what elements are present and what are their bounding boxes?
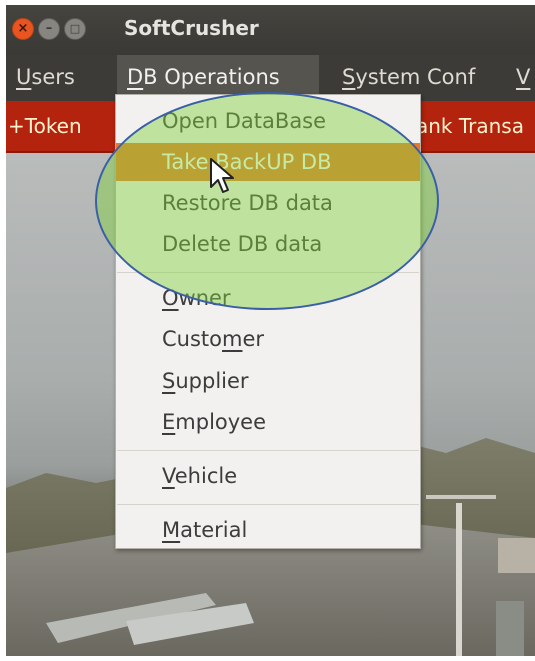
supplier-label: upplier bbox=[175, 369, 249, 393]
employee-label: mployee bbox=[175, 410, 267, 434]
menu-item-material[interactable]: Material bbox=[116, 511, 420, 549]
menu-item-supplier[interactable]: Supplier bbox=[116, 362, 420, 400]
minimize-icon[interactable]: – bbox=[38, 18, 60, 40]
app-window: × – □ SoftCrusher Users DB Operations Sy… bbox=[6, 5, 535, 656]
menu-item-customer[interactable]: Customer bbox=[116, 320, 420, 358]
menu-users-mnemonic: U bbox=[16, 65, 32, 89]
menu-users-label: sers bbox=[31, 65, 75, 89]
customer-label-pre: Custo bbox=[162, 327, 222, 351]
menu-separator bbox=[117, 504, 419, 505]
vehicle-mnemonic: V bbox=[162, 464, 175, 488]
material-label: aterial bbox=[180, 518, 248, 542]
token-button[interactable]: +Token bbox=[8, 101, 82, 151]
menu-item-employee[interactable]: Employee bbox=[116, 403, 420, 441]
menu-separator bbox=[117, 450, 419, 451]
material-mnemonic: M bbox=[162, 518, 181, 542]
title-bar: × – □ SoftCrusher bbox=[6, 5, 535, 55]
vehicle-label: ehicle bbox=[174, 464, 238, 488]
customer-mnemonic: m bbox=[222, 327, 243, 351]
menu-sys-mnemonic: S bbox=[342, 65, 356, 89]
close-icon[interactable]: × bbox=[12, 18, 34, 40]
highlight-annotation-ellipse bbox=[95, 92, 439, 310]
supplier-mnemonic: S bbox=[162, 369, 176, 393]
menu-db-mnemonic: D bbox=[127, 65, 144, 89]
menu-item-vehicle[interactable]: Vehicle bbox=[116, 457, 420, 495]
mouse-pointer-icon bbox=[210, 158, 234, 193]
menu-more-mnemonic: V bbox=[516, 65, 531, 89]
bank-transaction-button[interactable]: ank Transa bbox=[416, 101, 524, 151]
menu-truncated[interactable]: V bbox=[506, 55, 535, 101]
employee-mnemonic: E bbox=[162, 410, 176, 434]
maximize-icon[interactable]: □ bbox=[64, 18, 86, 40]
menu-users[interactable]: Users bbox=[6, 55, 85, 101]
menu-sys-label: ystem Conf bbox=[355, 65, 476, 89]
window-title: SoftCrusher bbox=[124, 16, 259, 40]
menu-db-label: B Operations bbox=[143, 65, 280, 89]
customer-label: er bbox=[242, 327, 265, 351]
